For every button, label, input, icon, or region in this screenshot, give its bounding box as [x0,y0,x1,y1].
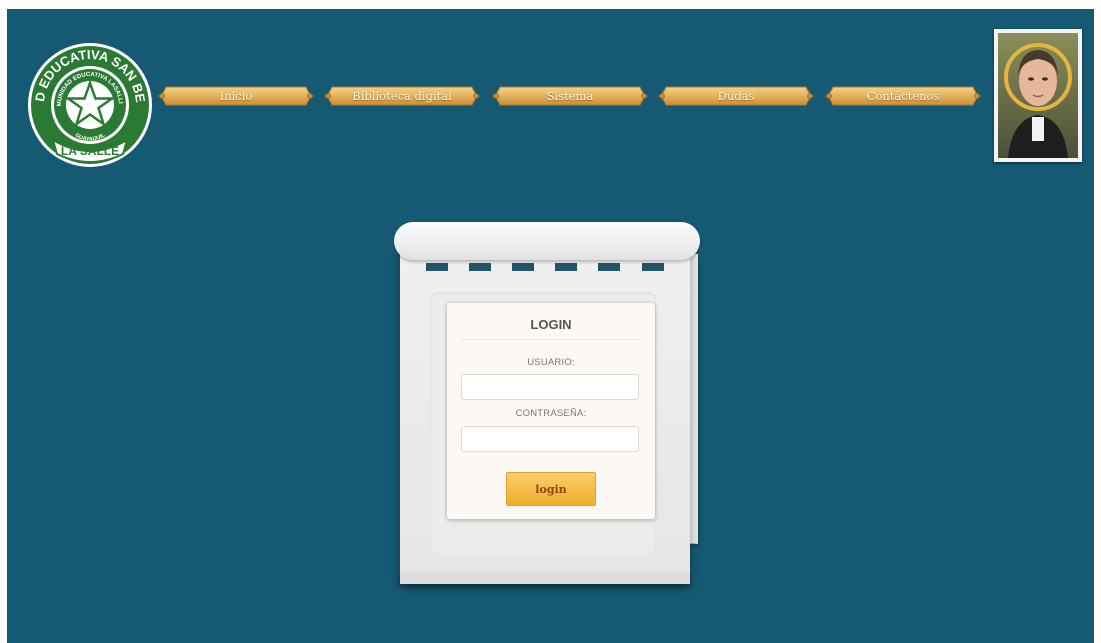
school-seal-logo[interactable]: UNIDAD EDUCATIVA SAN BENILDO COMUNIDAD E… [22,30,153,168]
nav-item-contáctenos[interactable]: Contáctenos [823,83,983,109]
saint-portrait [994,29,1082,162]
nav-item-label: Contáctenos [866,89,940,103]
username-label: USUARIO: [527,357,575,368]
nav-item-label: Sistema [546,89,594,103]
username-input[interactable] [461,374,639,400]
nav-item-inicio[interactable]: Inicio [156,83,316,109]
login-divider [461,339,641,340]
nav-item-label: Biblioteca digital [352,89,452,103]
notepad-roll [394,222,700,260]
page-background: UNIDAD EDUCATIVA SAN BENILDO COMUNIDAD E… [7,9,1094,643]
password-input[interactable] [461,426,639,452]
password-label: CONTRASEÑA: [515,408,587,419]
logo-banner-text: LA SALLE [61,144,119,158]
login-button[interactable]: login [506,472,596,506]
nav-item-label: Inicio [219,89,253,103]
login-title: LOGIN [530,317,572,332]
nav-item-label: Dudas [717,89,755,103]
login-form: LOGIN USUARIO: CONTRASEÑA: login [447,303,655,519]
nav-item-biblioteca-digital[interactable]: Biblioteca digital [322,83,482,109]
nav-item-sistema[interactable]: Sistema [490,83,650,109]
nav-item-dudas[interactable]: Dudas [656,83,816,109]
